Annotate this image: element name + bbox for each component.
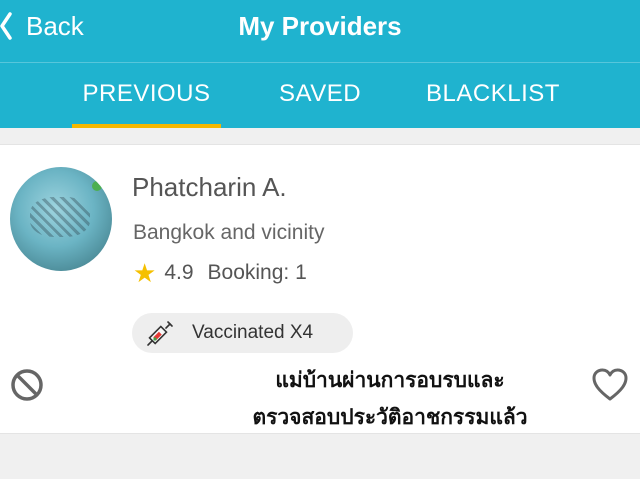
active-tab-indicator bbox=[72, 124, 221, 128]
block-icon[interactable] bbox=[10, 368, 44, 402]
overlay-caption-line-1: แม่บ้านผ่านการอบรบและ bbox=[275, 368, 505, 392]
avatar bbox=[10, 167, 112, 271]
overlay-caption-line-2: ตรวจสอบประวัติอาชกรรมแล้ว bbox=[252, 405, 528, 429]
heart-icon[interactable] bbox=[592, 368, 628, 402]
vaccination-label: Vaccinated X4 bbox=[192, 322, 314, 343]
app-header: Back My Providers PREVIOUS SAVED BLACKLI… bbox=[0, 0, 640, 128]
tab-blacklist[interactable]: BLACKLIST bbox=[418, 76, 568, 112]
tab-previous[interactable]: PREVIOUS bbox=[72, 76, 221, 112]
vaccination-badge: Vaccinated X4 bbox=[132, 313, 353, 353]
provider-name: Phatcharin A. bbox=[132, 172, 287, 202]
syringe-icon bbox=[147, 321, 173, 346]
rating-value: 4.9 bbox=[164, 261, 194, 284]
page-title: My Providers bbox=[238, 11, 402, 41]
booking-count: Booking: 1 bbox=[207, 261, 307, 284]
header-divider bbox=[0, 62, 640, 63]
tab-saved[interactable]: SAVED bbox=[262, 76, 378, 112]
rating-row: ★ 4.9 Booking: 1 bbox=[133, 260, 307, 286]
provider-location: Bangkok and vicinity bbox=[133, 221, 325, 244]
star-icon: ★ bbox=[133, 258, 157, 288]
